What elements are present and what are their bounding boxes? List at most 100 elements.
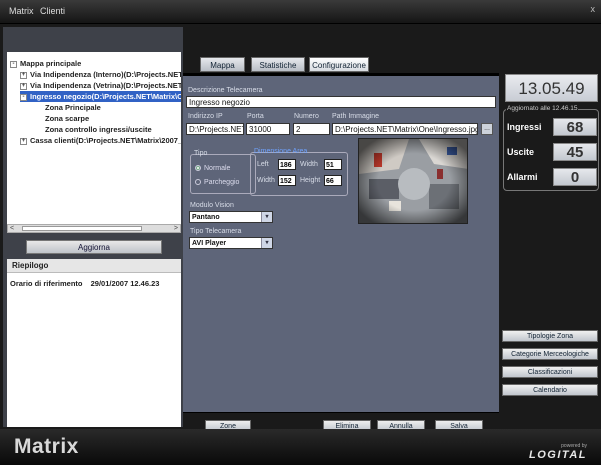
entries-value: 68 (553, 118, 597, 136)
calendar-button[interactable]: Calendario (502, 384, 598, 396)
ip-address-label: Indirizzo IP (188, 113, 223, 120)
tree-item-label: Zona Principale (45, 103, 101, 112)
port-field[interactable]: 31000 (246, 123, 290, 135)
scroll-right-icon[interactable]: > (174, 225, 178, 233)
updated-caption: Aggiornato alle 12.46.15 (506, 105, 579, 112)
number-field[interactable]: 2 (293, 123, 330, 135)
height-label: Height (300, 177, 321, 184)
camera-preview-image (358, 138, 468, 224)
tab-mappa[interactable]: Mappa (200, 57, 245, 72)
expand-icon[interactable]: + (20, 82, 27, 90)
height-field[interactable]: 66 (324, 175, 342, 186)
chevron-down-icon[interactable]: ▾ (261, 212, 272, 222)
expand-icon[interactable]: + (20, 137, 27, 145)
reference-time-label: Orario di riferimento (10, 279, 83, 288)
tree-item-zona-controllo[interactable]: Zona controllo ingressi/uscite (45, 124, 152, 135)
camera-description-label: Descrizione Telecamera (188, 87, 263, 94)
expand-icon[interactable]: + (20, 71, 27, 79)
type-normal-label: Normale (204, 165, 231, 172)
tree-horizontal-scrollbar[interactable]: < > (7, 224, 181, 233)
radio-selected-icon (195, 165, 201, 172)
width-label: Width (300, 161, 318, 168)
port-label: Porta (247, 113, 264, 120)
tree-item-zona-principale[interactable]: Zona Principale (45, 102, 101, 113)
exits-value: 45 (553, 143, 597, 161)
entries-label: Ingressi (507, 122, 542, 132)
width2-field[interactable]: 152 (278, 175, 296, 186)
tree-item-label: Mappa principale (20, 59, 82, 68)
reference-time-row: Orario di riferimento 29/01/2007 12.46.2… (7, 273, 181, 288)
refresh-button[interactable]: Aggiorna (26, 240, 162, 254)
reference-time-value: 29/01/2007 12.46.23 (90, 279, 160, 288)
width2-label: Width (257, 177, 275, 184)
menu-matrix[interactable]: Matrix (9, 6, 34, 16)
image-path-label: Path Immagine (332, 113, 380, 120)
ip-address-field[interactable]: D:\Projects.NET (186, 123, 244, 135)
summary-panel: Riepilogo Orario di riferimento 29/01/20… (7, 259, 181, 427)
camera-type-select[interactable]: AVI Player ▾ (189, 237, 273, 249)
tree-item-label: Zona scarpe (45, 114, 90, 123)
area-dimension-label: Dimensione Area (254, 148, 308, 155)
footer-bar: Matrix powered by LOGITAL (0, 429, 601, 465)
title-bar: Matrix Clienti x (0, 0, 601, 24)
number-label: Numero (294, 113, 319, 120)
right-panel: 13.05.49 Aggiornato alle 12.46.15 Ingres… (499, 24, 601, 429)
summary-title: Riepilogo (7, 259, 181, 273)
tree-item-via-indipendenza-vetrina[interactable]: + Via Indipendenza (Vetrina)(D:\Projects.… (20, 80, 181, 91)
scroll-thumb[interactable] (22, 226, 142, 231)
counters-group: Aggiornato alle 12.46.15 Ingressi 68 Usc… (503, 105, 599, 191)
zone-types-button[interactable]: Tipologie Zona (502, 330, 598, 342)
tree-item-cassa-clienti[interactable]: + Cassa clienti(D:\Projects.NET\Matrix\20… (20, 135, 181, 146)
tree-item-via-indipendenza-interno[interactable]: + Via Indipendenza (Interno)(D:\Projects.… (20, 69, 181, 80)
alarms-label: Allarmi (507, 172, 538, 182)
tab-statistiche[interactable]: Statistiche (251, 57, 305, 72)
width-field[interactable]: 51 (324, 159, 342, 170)
map-tree: - Mappa principale + Via Indipendenza (Int… (7, 52, 181, 232)
menu-clients[interactable]: Clienti (40, 6, 65, 16)
area-dimension-group: Dimensione Area Left 186 Width 51 Width … (250, 148, 348, 196)
radio-icon (195, 179, 201, 186)
vision-module-label: Modulo Vision (190, 202, 234, 209)
type-parking-radio[interactable]: Parcheggio (195, 179, 239, 186)
left-field[interactable]: 186 (278, 159, 296, 170)
left-panel: - Mappa principale + Via Indipendenza (Int… (3, 27, 183, 427)
left-label: Left (257, 161, 269, 168)
tree-item-label: Via Indipendenza (Interno)(D:\Projects.N… (30, 70, 181, 79)
close-icon[interactable]: x (591, 4, 596, 14)
collapse-icon[interactable]: - (20, 93, 27, 101)
type-normal-radio[interactable]: Normale (195, 165, 230, 172)
camera-type-label: Tipo Telecamera (190, 228, 242, 235)
clock-display: 13.05.49 (505, 74, 598, 102)
app-window: Matrix Clienti x - Mappa principale + Via … (0, 0, 601, 465)
type-parking-label: Parcheggio (204, 179, 240, 186)
tab-configurazione[interactable]: Configurazione (309, 57, 369, 72)
camera-type-value: AVI Player (192, 240, 227, 247)
alarms-value: 0 (553, 168, 597, 186)
collapse-icon[interactable]: - (10, 60, 17, 68)
type-label: Tipo (194, 150, 208, 157)
tree-item-label: Via Indipendenza (Vetrina)(D:\Projects.N… (30, 81, 181, 90)
scroll-left-icon[interactable]: < (10, 225, 14, 233)
browse-button[interactable]: ... (481, 123, 493, 135)
product-categories-button[interactable]: Categorie Merceologiche (502, 348, 598, 360)
tree-item-label: Zona controllo ingressi/uscite (45, 125, 152, 134)
main-area: - Mappa principale + Via Indipendenza (Int… (0, 24, 601, 432)
configuration-form: Descrizione Telecamera Ingresso negozio … (183, 73, 499, 413)
tree-item-label: Ingresso negozio(D:\Projects.NET\Matrix\… (30, 92, 181, 101)
logital-logo: LOGITAL (529, 449, 587, 461)
camera-description-field[interactable]: Ingresso negozio (186, 96, 496, 108)
tree-item-ingresso-negozio[interactable]: - Ingresso negozio(D:\Projects.NET\Matrix… (20, 91, 181, 102)
tree-item-main-map[interactable]: - Mappa principale (10, 58, 81, 69)
tree-item-zona-scarpe[interactable]: Zona scarpe (45, 113, 89, 124)
camera-preview-drawing (359, 139, 467, 223)
classifications-button[interactable]: Classificazioni (502, 366, 598, 378)
chevron-down-icon[interactable]: ▾ (261, 238, 272, 248)
image-path-field[interactable]: D:\Projects.NET\Matrix\One\Ingresso.jpg (332, 123, 478, 135)
matrix-logo: Matrix (14, 435, 79, 458)
type-group: Tipo Normale Parcheggio (190, 150, 256, 194)
vision-module-select[interactable]: Pantano ▾ (189, 211, 273, 223)
center-panel: Mappa Statistiche Configurazione Descriz… (183, 24, 499, 432)
exits-label: Uscite (507, 147, 535, 157)
tree-item-label: Cassa clienti(D:\Projects.NET\Matrix\200… (30, 136, 181, 145)
vision-module-value: Pantano (192, 214, 220, 221)
